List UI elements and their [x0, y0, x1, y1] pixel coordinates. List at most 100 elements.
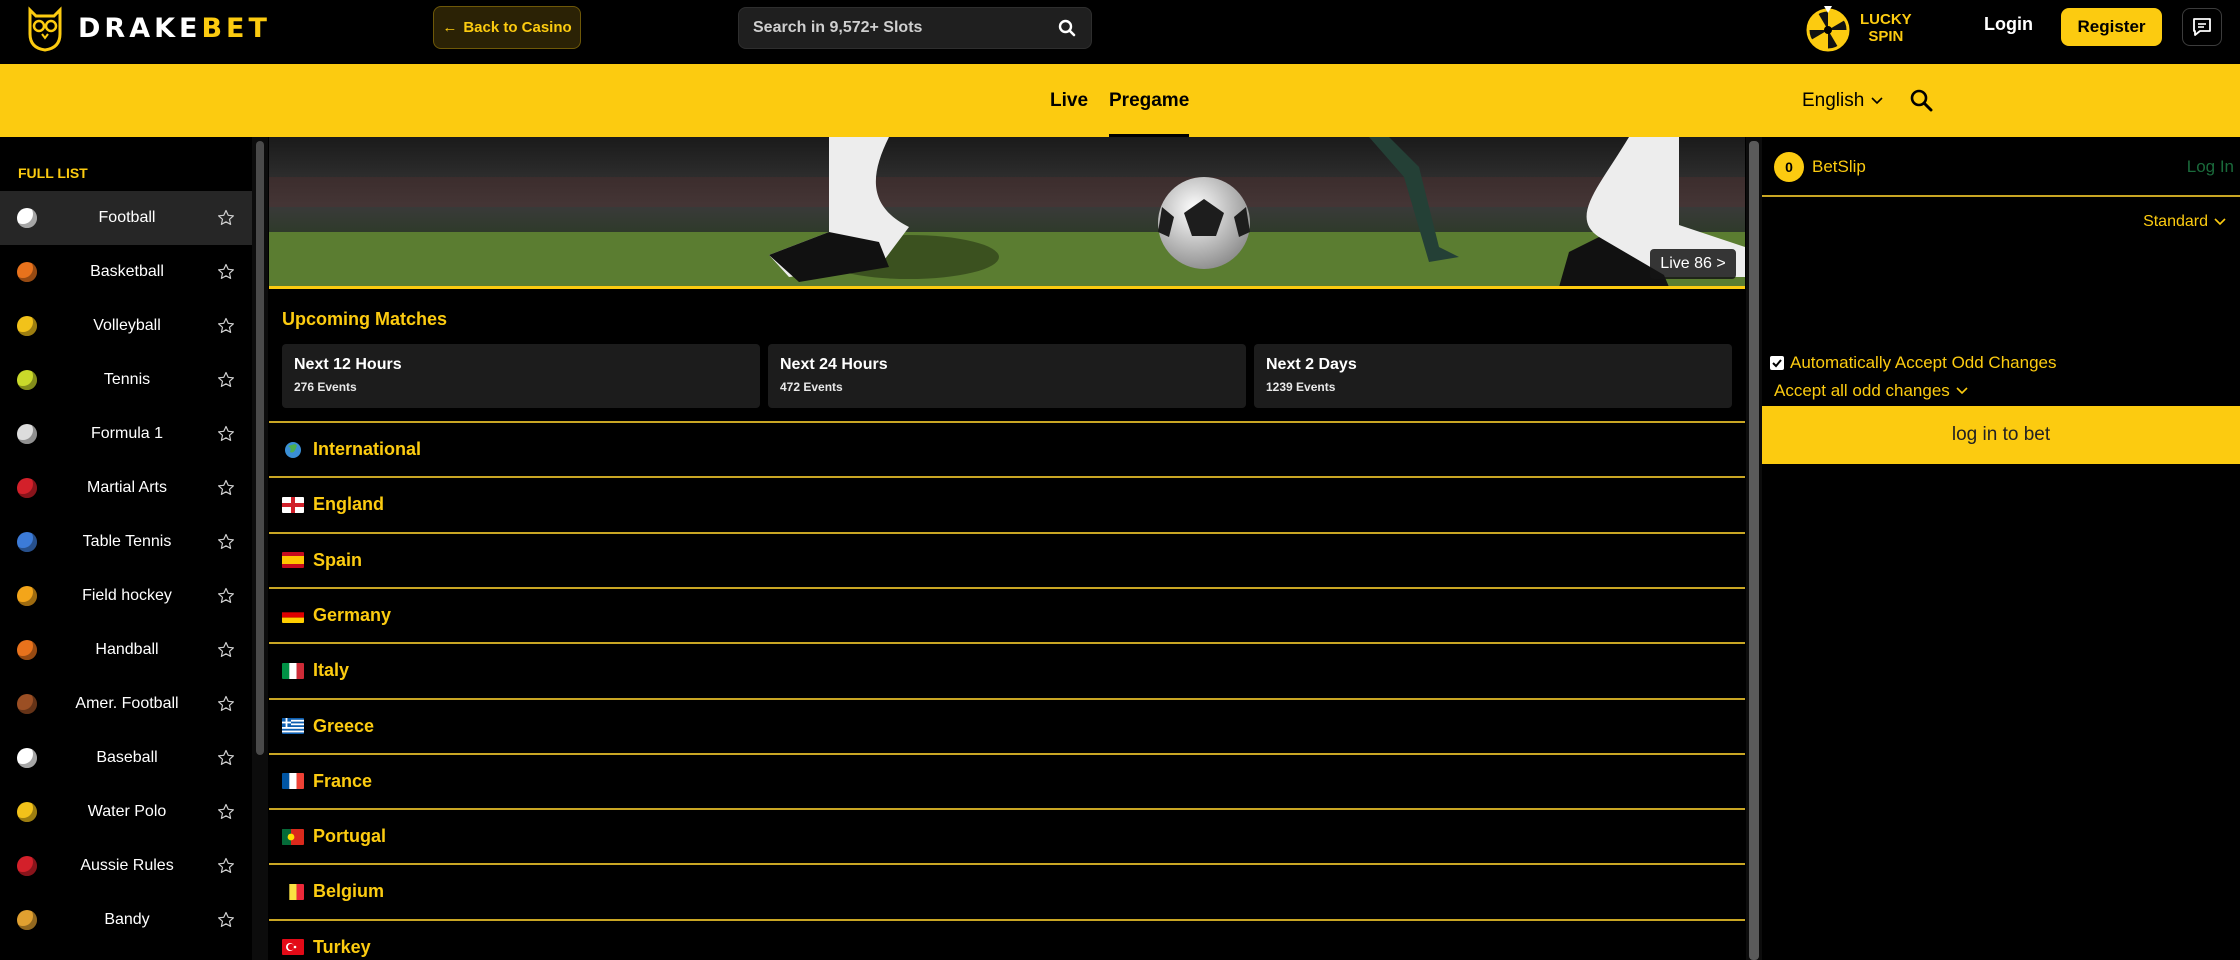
time-filter-card[interactable]: Next 24 Hours 472 Events — [768, 344, 1246, 408]
favorite-star-icon[interactable] — [217, 695, 235, 713]
site-logo[interactable]: DRAKEBET — [24, 4, 271, 52]
country-row-portugal[interactable]: Portugal — [269, 808, 1745, 863]
logo-wordmark: DRAKEBET — [78, 12, 271, 44]
favorite-star-icon[interactable] — [217, 533, 235, 551]
chat-button[interactable] — [2182, 8, 2222, 46]
slots-search-input[interactable] — [753, 19, 1057, 37]
country-row-italy[interactable]: Italy — [269, 642, 1745, 697]
sidebar-item-water-polo[interactable]: Water Polo — [0, 785, 252, 839]
tab-pregame[interactable]: Pregame — [1109, 64, 1190, 137]
main-scrollbar[interactable] — [1749, 141, 1759, 960]
italy-flag-icon — [282, 662, 304, 679]
tab-live[interactable]: Live — [1050, 64, 1088, 137]
chevron-down-icon — [1871, 96, 1883, 104]
search-icon[interactable] — [1909, 88, 1933, 112]
country-row-turkey[interactable]: Turkey — [269, 918, 1745, 960]
sidebar-item-field-hockey[interactable]: Field hockey — [0, 569, 252, 623]
arrow-left-icon: ← — [442, 19, 458, 36]
sidebar-item-formula-1[interactable]: Formula 1 — [0, 407, 252, 461]
search-icon[interactable] — [1057, 18, 1077, 38]
slots-search-box[interactable] — [738, 7, 1092, 49]
back-to-casino-label: Back to Casino — [463, 19, 572, 36]
sidebar-item-aussie-rules[interactable]: Aussie Rules — [0, 839, 252, 893]
sidebar-item-tennis[interactable]: Tennis — [0, 353, 252, 407]
sidebar-item-label: Volleyball — [93, 317, 161, 334]
favorite-star-icon[interactable] — [217, 479, 235, 497]
lucky-spin-link[interactable]: LUCKY SPIN — [1804, 2, 1912, 54]
turkey-flag-icon — [282, 939, 304, 956]
sidebar-item-martial-arts[interactable]: Martial Arts — [0, 461, 252, 515]
betslip-login-link[interactable]: Log In — [2187, 157, 2234, 177]
odd-changes-value: Accept all odd changes — [1774, 381, 1950, 400]
sidebar-item-bandy[interactable]: Bandy — [0, 893, 252, 947]
baseball-icon — [17, 748, 37, 768]
chat-icon — [2193, 18, 2211, 36]
time-filter-count: 1239 Events — [1266, 380, 1336, 394]
country-name: Germany — [313, 604, 392, 625]
sidebar-title: FULL LIST — [18, 165, 88, 181]
country-name: Belgium — [313, 881, 385, 902]
sidebar-item-amer-football[interactable]: Amer. Football — [0, 677, 252, 731]
favorite-star-icon[interactable] — [217, 425, 235, 443]
sports-nav-bar: Live Pregame English — [0, 64, 2240, 137]
sidebar-item-baseball[interactable]: Baseball — [0, 731, 252, 785]
sidebar-item-basketball[interactable]: Basketball — [0, 245, 252, 299]
time-filter-card[interactable]: Next 2 Days 1239 Events — [1254, 344, 1732, 408]
country-row-belgium[interactable]: Belgium — [269, 863, 1745, 918]
odd-changes-select[interactable]: Accept all odd changes — [1774, 381, 1968, 401]
water-polo-icon — [17, 802, 37, 822]
country-row-england[interactable]: England — [269, 476, 1745, 531]
hero-banner: Live 86 > — [269, 137, 1745, 289]
table-tennis-icon — [17, 532, 37, 552]
betslip-count-badge: 0 — [1774, 152, 1804, 182]
sidebar-item-label: Basketball — [90, 263, 164, 280]
bet-mode-select[interactable]: Standard — [2143, 213, 2226, 231]
sidebar-item-football[interactable]: Football — [0, 191, 252, 245]
sidebar-item-label: Amer. Football — [75, 695, 179, 712]
favorite-star-icon[interactable] — [217, 911, 235, 929]
language-select[interactable]: English — [1802, 64, 1884, 137]
field-hockey-icon — [17, 586, 37, 606]
register-button[interactable]: Register — [2061, 8, 2162, 46]
live-events-button[interactable]: Live 86 > — [1650, 249, 1736, 279]
favorite-star-icon[interactable] — [217, 857, 235, 875]
back-to-casino-button[interactable]: ← Back to Casino — [433, 6, 581, 49]
country-row-france[interactable]: France — [269, 752, 1745, 808]
country-row-germany[interactable]: Germany — [269, 586, 1745, 642]
favorite-star-icon[interactable] — [217, 317, 235, 335]
country-name: Greece — [313, 715, 375, 736]
sidebar-item-table-tennis[interactable]: Table Tennis — [0, 515, 252, 569]
sidebar-scrollbar[interactable] — [256, 141, 264, 755]
favorite-star-icon[interactable] — [217, 371, 235, 389]
sidebar-item-handball[interactable]: Handball — [0, 623, 252, 677]
sidebar-item-label: Bandy — [104, 911, 150, 928]
favorite-star-icon[interactable] — [217, 209, 235, 227]
country-row-spain[interactable]: Spain — [269, 531, 1745, 587]
betslip-title: BetSlip — [1812, 157, 1866, 176]
belgium-flag-icon — [282, 883, 304, 900]
auto-accept-checkbox-row[interactable]: Automatically Accept Odd Changes — [1770, 353, 2056, 373]
betslip-panel: 0 BetSlip Log In Standard Automatically … — [1762, 137, 2240, 960]
favorite-star-icon[interactable] — [217, 803, 235, 821]
time-filter-card[interactable]: Next 12 Hours 276 Events — [282, 344, 760, 408]
favorite-star-icon[interactable] — [217, 263, 235, 281]
sidebar-item-label: Martial Arts — [86, 479, 167, 496]
login-link[interactable]: Login — [1984, 14, 2033, 35]
sidebar-item-label: Baseball — [96, 749, 158, 766]
favorite-star-icon[interactable] — [217, 587, 235, 605]
time-filter-title: Next 2 Days — [1266, 356, 1357, 373]
top-header: DRAKEBET ← Back to Casino LUCKY SPIN Log… — [0, 0, 2240, 64]
sidebar-item-label: Handball — [95, 641, 159, 658]
upcoming-matches-title: Upcoming Matches — [282, 309, 448, 329]
country-row-international[interactable]: International — [269, 421, 1745, 476]
login-to-bet-button[interactable]: log in to bet — [1762, 406, 2240, 464]
chevron-down-icon — [2214, 218, 2226, 226]
sidebar-item-volleyball[interactable]: Volleyball — [0, 299, 252, 353]
bandy-icon — [17, 910, 37, 930]
country-row-greece[interactable]: Greece — [269, 697, 1745, 753]
time-filter-count: 472 Events — [780, 380, 843, 394]
favorite-star-icon[interactable] — [217, 641, 235, 659]
auto-accept-checkbox[interactable] — [1770, 356, 1784, 370]
american-football-icon — [17, 694, 37, 714]
favorite-star-icon[interactable] — [217, 749, 235, 767]
